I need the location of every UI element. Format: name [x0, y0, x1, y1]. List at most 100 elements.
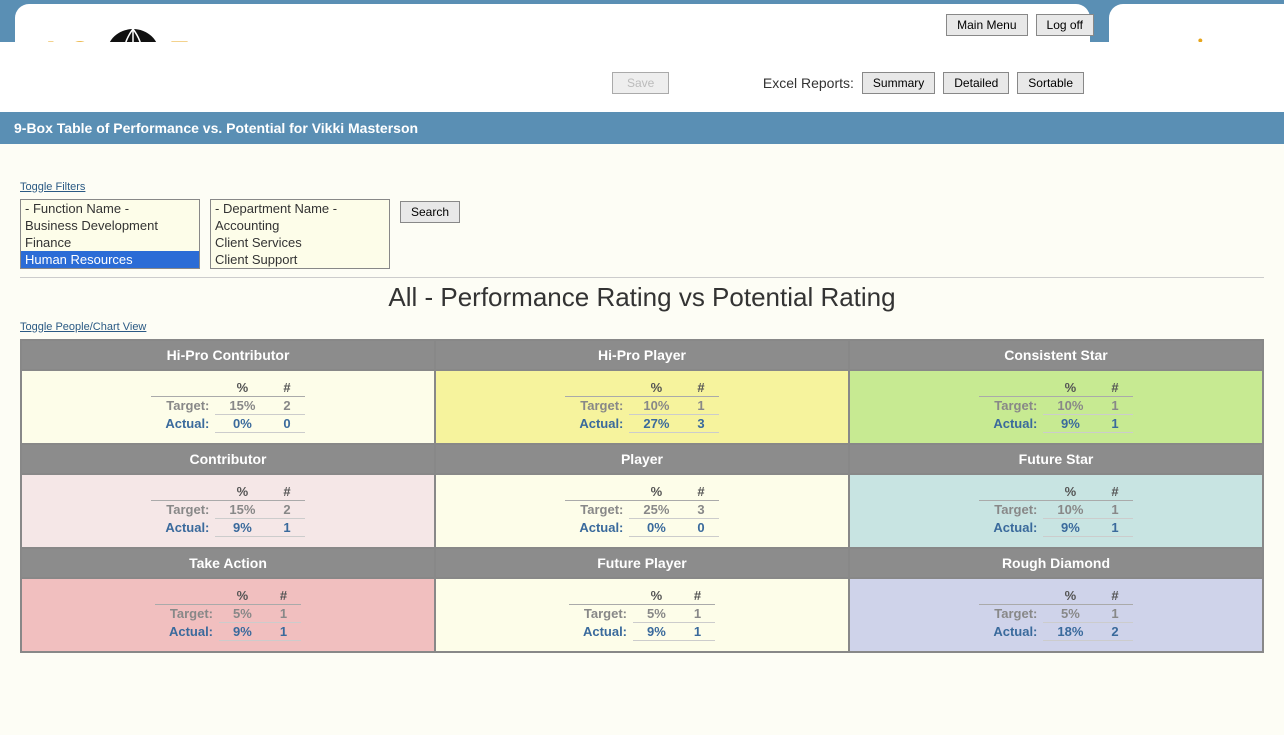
target-n: 1 — [1097, 397, 1132, 415]
row-target-label: Target: — [155, 605, 219, 623]
row-target-label: Target: — [979, 605, 1043, 623]
chart-title: All - Performance Rating vs Potential Ra… — [20, 282, 1264, 313]
target-n: 1 — [1097, 501, 1132, 519]
save-button[interactable]: Save — [612, 72, 669, 94]
row-actual-label: Actual: — [565, 519, 629, 537]
box-body: %# Target:5%1 Actual:18%2 — [849, 578, 1263, 652]
department-name-select[interactable]: - Department Name -AccountingClient Serv… — [210, 199, 390, 269]
col-pct: % — [215, 483, 269, 501]
target-n: 1 — [1097, 605, 1132, 623]
select-option[interactable]: Finance — [21, 234, 199, 251]
actual-pct: 0% — [215, 415, 269, 433]
actual-pct: 9% — [1043, 519, 1097, 537]
box-body: %# Target:10%1 Actual:27%3 — [435, 370, 849, 444]
row-target-label: Target: — [565, 397, 629, 415]
box-body: %# Target:15%2 Actual:0%0 — [21, 370, 435, 444]
col-num: # — [269, 379, 304, 397]
search-button[interactable]: Search — [400, 201, 460, 223]
target-pct: 10% — [1043, 397, 1097, 415]
actual-pct: 9% — [633, 623, 680, 641]
col-pct: % — [1043, 379, 1097, 397]
row-target-label: Target: — [979, 397, 1043, 415]
col-pct: % — [633, 587, 680, 605]
box-header: Future Star — [849, 444, 1263, 474]
actual-n: 3 — [683, 415, 718, 433]
box-header: Hi-Pro Player — [435, 340, 849, 370]
row-actual-label: Actual: — [155, 623, 219, 641]
col-num: # — [269, 483, 304, 501]
box-body: %# Target:25%3 Actual:0%0 — [435, 474, 849, 548]
col-num: # — [1097, 483, 1132, 501]
row-target-label: Target: — [979, 501, 1043, 519]
actual-pct: 0% — [629, 519, 683, 537]
row-target-label: Target: — [151, 501, 215, 519]
target-n: 1 — [683, 397, 718, 415]
target-pct: 5% — [1043, 605, 1097, 623]
actual-pct: 27% — [629, 415, 683, 433]
excel-detailed-button[interactable]: Detailed — [943, 72, 1009, 94]
box-header: Player — [435, 444, 849, 474]
target-pct: 5% — [633, 605, 680, 623]
select-option[interactable]: Client Support — [211, 251, 389, 268]
box-body: %#Target:10%1Actual:9%1 — [849, 474, 1263, 548]
col-pct: % — [1043, 483, 1097, 501]
row-actual-label: Actual: — [979, 623, 1043, 641]
actual-n: 1 — [1097, 415, 1132, 433]
actual-n: 0 — [269, 415, 304, 433]
target-n: 1 — [266, 605, 301, 623]
row-actual-label: Actual: — [151, 519, 215, 537]
row-target-label: Target: — [565, 501, 629, 519]
target-pct: 10% — [1043, 501, 1097, 519]
main-menu-button[interactable]: Main Menu — [946, 14, 1027, 36]
target-pct: 25% — [629, 501, 683, 519]
select-option[interactable]: - Function Name - — [21, 200, 199, 217]
box-header: Contributor — [21, 444, 435, 474]
select-option[interactable]: Human Resources — [21, 251, 199, 268]
function-name-select[interactable]: - Function Name -Business DevelopmentFin… — [20, 199, 200, 269]
target-n: 1 — [680, 605, 715, 623]
toggle-people-chart-link[interactable]: Toggle People/Chart View — [20, 321, 146, 333]
col-num: # — [266, 587, 301, 605]
select-option[interactable]: Business Development — [21, 217, 199, 234]
box-header: Take Action — [21, 548, 435, 578]
target-n: 2 — [269, 501, 304, 519]
target-n: 3 — [683, 501, 718, 519]
box-header: Rough Diamond — [849, 548, 1263, 578]
row-target-label: Target: — [151, 397, 215, 415]
target-n: 2 — [269, 397, 304, 415]
col-num: # — [683, 483, 718, 501]
col-pct: % — [219, 587, 266, 605]
target-pct: 10% — [629, 397, 683, 415]
row-target-label: Target: — [569, 605, 633, 623]
col-pct: % — [629, 379, 683, 397]
col-pct: % — [629, 483, 683, 501]
col-num: # — [683, 379, 718, 397]
row-actual-label: Actual: — [151, 415, 215, 433]
actual-pct: 9% — [215, 519, 269, 537]
actual-pct: 18% — [1043, 623, 1097, 641]
nine-box-grid: Hi-Pro ContributorHi-Pro PlayerConsisten… — [20, 339, 1264, 653]
actual-n: 0 — [683, 519, 718, 537]
box-header: Hi-Pro Contributor — [21, 340, 435, 370]
select-option[interactable]: Accounting — [211, 217, 389, 234]
target-pct: 5% — [219, 605, 266, 623]
select-option[interactable]: Client Services — [211, 234, 389, 251]
col-pct: % — [215, 379, 269, 397]
select-option[interactable]: - Department Name - — [211, 200, 389, 217]
toggle-filters-link[interactable]: Toggle Filters — [20, 181, 85, 193]
col-pct: % — [1043, 587, 1097, 605]
actual-n: 2 — [1097, 623, 1132, 641]
box-body: %#Target:5%1Actual:9%1 — [435, 578, 849, 652]
row-actual-label: Actual: — [565, 415, 629, 433]
excel-summary-button[interactable]: Summary — [862, 72, 935, 94]
log-off-button[interactable]: Log off — [1036, 14, 1094, 36]
target-pct: 15% — [215, 397, 269, 415]
excel-sortable-button[interactable]: Sortable — [1017, 72, 1084, 94]
actual-n: 1 — [269, 519, 304, 537]
box-header: Consistent Star — [849, 340, 1263, 370]
row-actual-label: Actual: — [569, 623, 633, 641]
col-num: # — [1097, 587, 1132, 605]
actual-n: 1 — [266, 623, 301, 641]
actual-pct: 9% — [219, 623, 266, 641]
box-body: %#Target:10%1Actual:9%1 — [849, 370, 1263, 444]
